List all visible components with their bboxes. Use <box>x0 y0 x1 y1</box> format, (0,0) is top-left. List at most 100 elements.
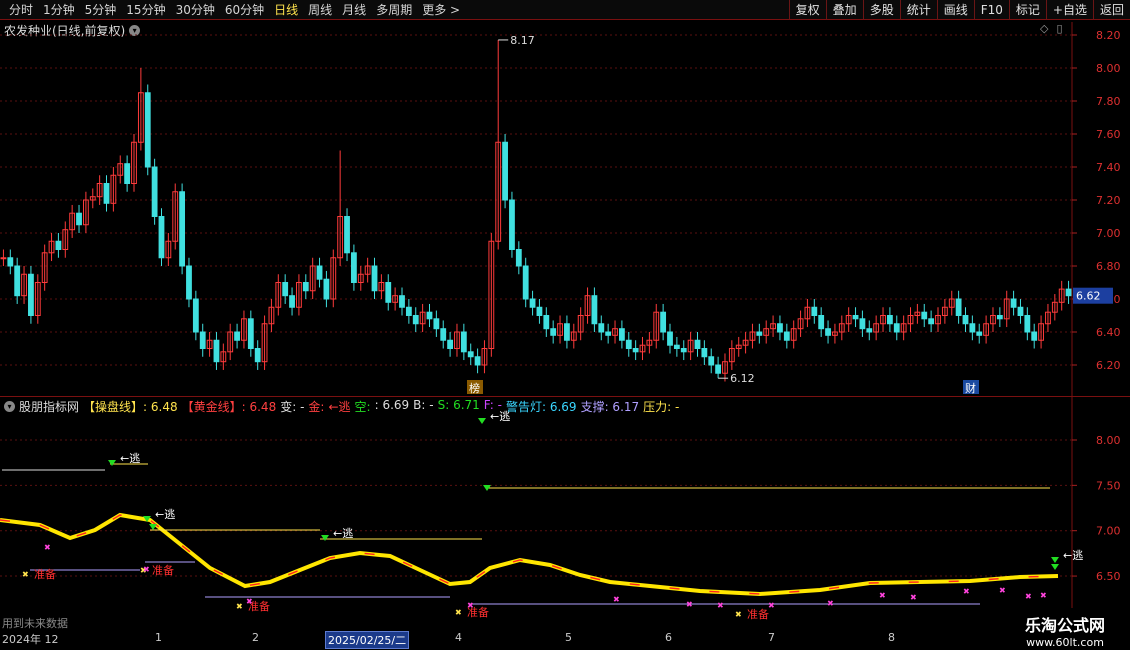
candle-body <box>289 295 295 308</box>
candle-body <box>859 318 866 330</box>
signal-dot-icon: ✖ <box>768 601 775 610</box>
candle-body <box>756 331 763 336</box>
date-tick-5: 5 <box>565 631 572 644</box>
price-axis-label: 8.20 <box>1096 29 1121 42</box>
prepare-mark-icon: ✖ <box>236 602 243 611</box>
price-axis-label: 7.00 <box>1096 227 1121 240</box>
candle-body <box>928 318 935 325</box>
candle-body <box>893 323 900 333</box>
candle-body <box>399 295 405 308</box>
escape-arrow-icon <box>1051 557 1059 563</box>
indicator-axis-label: 7.50 <box>1096 479 1121 492</box>
candle-body <box>701 348 708 358</box>
candle-body <box>247 318 254 349</box>
candle-body <box>1017 306 1024 316</box>
candle-body <box>632 348 639 353</box>
signal-dot-icon: ✖ <box>467 601 474 610</box>
candle-body <box>192 298 199 333</box>
candle-body <box>213 339 220 363</box>
candle-body <box>955 298 962 316</box>
candle-body <box>522 265 529 300</box>
date-tick-7: 7 <box>768 631 775 644</box>
price-axis-label: 8.00 <box>1096 62 1121 75</box>
signal-dot-icon: ✖ <box>613 595 620 604</box>
candle-body <box>447 339 454 349</box>
signal-dot-icon: ✖ <box>910 593 917 602</box>
date-tick-4: 4 <box>455 631 462 644</box>
candle-body <box>976 331 983 336</box>
indicator-axis-label: 6.50 <box>1096 570 1121 583</box>
candle-body <box>1010 298 1017 308</box>
candle-body <box>852 315 859 320</box>
candle-body <box>660 311 667 333</box>
candle-body <box>144 92 151 168</box>
candle-body <box>433 318 440 330</box>
low-price-label: 6.12 <box>730 372 755 385</box>
candle-body <box>385 282 392 303</box>
prepare-label: 准备 <box>747 607 769 621</box>
candle-body <box>564 323 570 341</box>
candle-body <box>55 240 62 250</box>
candle-body <box>460 331 467 353</box>
candle-body <box>598 323 605 333</box>
current-price-label: 6.62 <box>1076 290 1101 303</box>
candle-body <box>323 278 330 300</box>
signal-dot-icon: ✖ <box>1025 592 1032 601</box>
candle-body <box>515 249 522 267</box>
candle-body <box>825 328 831 336</box>
candle-body <box>474 356 481 366</box>
escape-label: ←逃 <box>120 452 140 465</box>
prepare-mark-icon: ✖ <box>455 608 462 617</box>
escape-arrow-icon <box>321 535 329 541</box>
candle-body <box>14 265 21 297</box>
candle-body <box>509 199 515 250</box>
candle-body <box>818 315 825 330</box>
signal-dot-icon: ✖ <box>717 601 724 610</box>
candle-body <box>179 191 186 267</box>
logo-text: 乐淘公式网 <box>1024 616 1105 635</box>
candle-body <box>921 311 928 320</box>
candle-body <box>467 351 474 358</box>
signal-dot-icon: ✖ <box>963 587 970 596</box>
candle-body <box>543 315 550 330</box>
candle-body <box>777 323 783 333</box>
candle-body <box>158 216 165 259</box>
signal-dot-icon: ✖ <box>827 599 834 608</box>
candle-body <box>502 141 508 201</box>
signal-dot-icon: ✖ <box>143 565 150 574</box>
candle-body <box>667 331 673 346</box>
date-tick-2: 2 <box>252 631 259 644</box>
candle-body <box>0 257 7 260</box>
candle-body <box>605 331 612 336</box>
escape-label: ←逃 <box>155 508 175 521</box>
price-axis-label: 7.60 <box>1096 128 1121 141</box>
candle-body <box>811 306 818 316</box>
candle-body <box>536 306 543 316</box>
candle-body <box>76 212 82 226</box>
date-tick-6: 6 <box>665 631 672 644</box>
candle-body <box>7 257 14 267</box>
signal-dot-icon: ✖ <box>246 597 253 606</box>
escape-label: ←逃 <box>1063 549 1083 562</box>
badge-bang: 榜 <box>469 381 480 395</box>
escape-arrow-icon <box>478 418 486 424</box>
price-axis-label: 7.20 <box>1096 194 1121 207</box>
candle-body <box>673 344 680 350</box>
badge-cai: 财 <box>965 381 976 395</box>
candle-body <box>996 315 1003 320</box>
prepare-mark-icon: ✖ <box>22 570 29 579</box>
date-tick-0: 2024年 12 <box>2 633 59 646</box>
site-logo: 乐淘公式网 www.60lt.com <box>1000 608 1130 650</box>
candle-body <box>1065 288 1072 297</box>
candle-body <box>715 364 722 374</box>
candle-body <box>618 328 625 341</box>
candle-body <box>254 348 261 363</box>
candle-body <box>344 216 350 254</box>
signal-dot-icon: ✖ <box>999 586 1006 595</box>
candle-body <box>350 252 357 284</box>
chart-canvas: 8.208.007.807.607.407.207.006.806.606.40… <box>0 22 1121 625</box>
date-tick-3: 2025/02/25/二 <box>325 631 410 649</box>
price-axis-label: 7.80 <box>1096 95 1121 108</box>
date-axis: 2024年 12 1 2 2025/02/25/二 4 5 6 7 8 <box>0 631 1000 649</box>
candle-body <box>783 331 790 341</box>
